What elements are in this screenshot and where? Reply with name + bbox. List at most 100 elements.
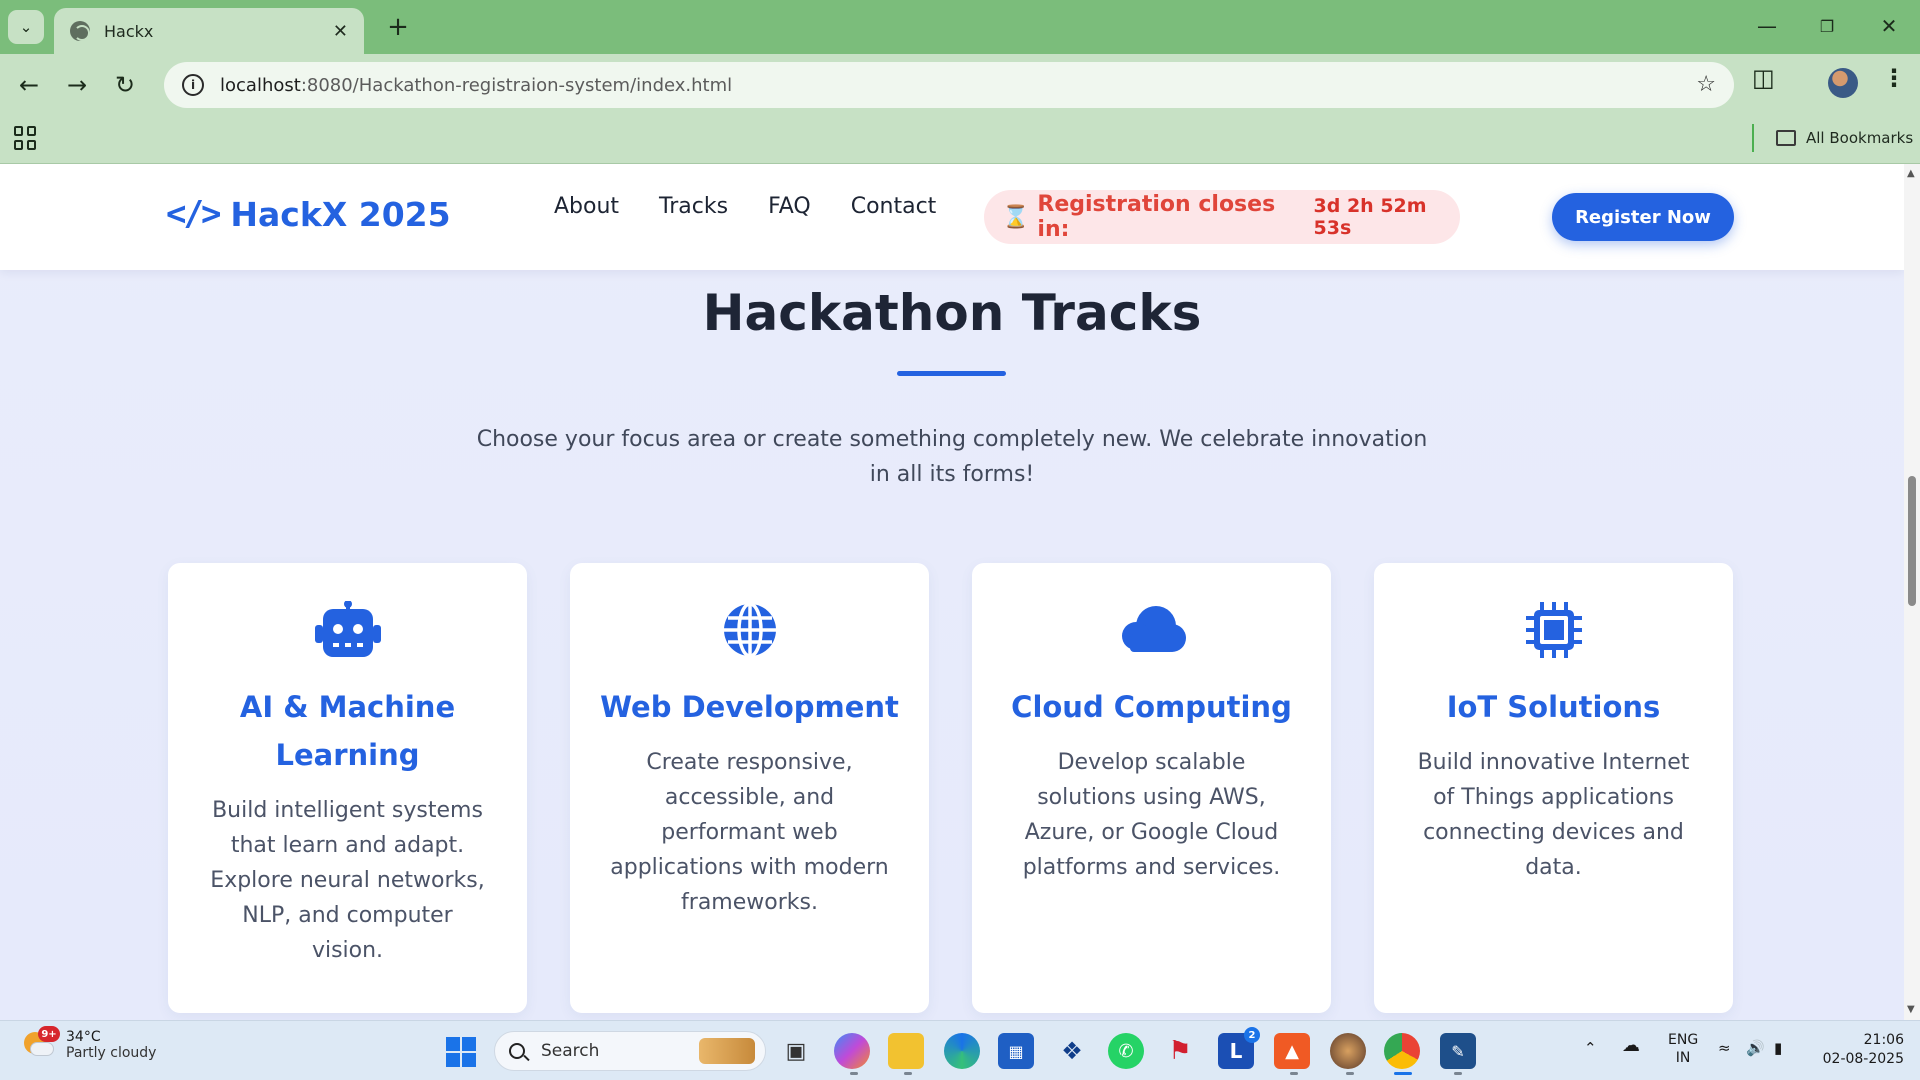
site-logo[interactable]: </> HackX 2025 [166, 194, 451, 234]
partly-cloudy-icon: 9+ [22, 1026, 60, 1060]
nav-link-contact[interactable]: Contact [851, 194, 937, 219]
folder-icon [1776, 130, 1796, 146]
all-bookmarks-button[interactable]: All Bookmarks [1776, 124, 1913, 152]
windows-start-icon[interactable] [446, 1037, 476, 1067]
whatsapp-icon[interactable]: ✆ [1108, 1033, 1144, 1069]
track-card-iot[interactable]: IoT Solutions Build innovative Internet … [1374, 563, 1733, 1013]
cloud-icon [972, 601, 1331, 659]
copilot-running-indicator [850, 1072, 858, 1075]
register-now-button[interactable]: Register Now [1552, 193, 1734, 241]
task-view-icon[interactable]: ▣ [778, 1033, 814, 1069]
region-code: IN [1675, 1050, 1691, 1066]
brave-running-indicator [1290, 1072, 1298, 1075]
page-scrollbar[interactable]: ▲ ▼ [1904, 164, 1920, 1020]
taskbar-search[interactable]: Search [494, 1031, 766, 1071]
dropbox-icon[interactable]: ❖ [1054, 1033, 1090, 1069]
countdown-time: 3d 2h 52m 53s [1313, 195, 1427, 239]
browser-tab-strip: ⌄ Hackx ✕ + — ❐ ✕ [0, 0, 1920, 54]
copilot-icon[interactable] [834, 1033, 870, 1069]
track-card-cloud[interactable]: Cloud Computing Develop scalable solutio… [972, 563, 1331, 1013]
restore-window-button[interactable]: ❐ [1802, 6, 1852, 46]
nav-link-faq[interactable]: FAQ [768, 194, 811, 219]
page-viewport: </> HackX 2025 About Tracks FAQ Contact … [0, 164, 1904, 1020]
battery-icon[interactable]: ▮ [1774, 1039, 1782, 1057]
track-card-web[interactable]: Web Development Create responsive, acces… [570, 563, 929, 1013]
game-app-icon[interactable] [1330, 1033, 1366, 1069]
file-explorer-icon[interactable] [888, 1033, 924, 1069]
url-path: :8080/Hackathon-registraion-system/index… [300, 74, 733, 96]
hourglass-icon: ⌛ [1002, 204, 1030, 230]
notification-count: 2 [1244, 1027, 1260, 1043]
extensions-icon[interactable]: ◫ [1752, 64, 1775, 92]
minimize-window-button[interactable]: — [1742, 6, 1792, 46]
weather-badge: 9+ [38, 1026, 60, 1042]
track-title-iot: IoT Solutions [1446, 690, 1661, 724]
scroll-down-icon[interactable]: ▼ [1907, 1004, 1915, 1015]
logo-text: HackX 2025 [230, 194, 451, 234]
scroll-up-icon[interactable]: ▲ [1907, 168, 1915, 179]
edge-icon[interactable] [944, 1033, 980, 1069]
address-bar[interactable]: i localhost:8080/Hackathon-registraion-s… [164, 62, 1734, 108]
tracks-section-subtitle: Choose your focus area or create somethi… [476, 427, 1428, 487]
explorer-running-indicator [904, 1072, 912, 1075]
weather-widget[interactable]: 9+ 34°C Partly cloudy [22, 1026, 156, 1061]
nav-link-about[interactable]: About [554, 194, 619, 219]
all-bookmarks-label: All Bookmarks [1806, 129, 1914, 147]
mcafee-icon[interactable]: ⚑ [1162, 1033, 1198, 1069]
language-code: ENG [1668, 1032, 1699, 1048]
track-desc-ai: Build intelligent systems that learn and… [210, 798, 485, 963]
language-indicator[interactable]: ENG IN [1668, 1031, 1698, 1067]
chrome-icon[interactable] [1384, 1033, 1420, 1069]
search-icon [509, 1043, 525, 1059]
site-header: </> HackX 2025 About Tracks FAQ Contact … [0, 164, 1904, 270]
microsoft-store-icon[interactable]: ▦ [998, 1033, 1034, 1069]
clock-time: 21:06 [1863, 1032, 1904, 1048]
nav-link-tracks[interactable]: Tracks [659, 194, 728, 219]
robot-icon [168, 601, 527, 659]
tracks-section-title: Hackathon Tracks [702, 284, 1202, 342]
close-tab-icon[interactable]: ✕ [333, 21, 348, 42]
apps-grid-icon[interactable] [14, 126, 38, 150]
chrome-active-indicator [1394, 1072, 1412, 1075]
bookmark-star-icon[interactable]: ☆ [1696, 72, 1716, 97]
weather-temp: 34°C [66, 1029, 101, 1045]
track-desc-iot: Build innovative Internet of Things appl… [1417, 750, 1690, 880]
track-desc-cloud: Develop scalable solutions using AWS, Az… [1022, 750, 1281, 880]
profile-avatar[interactable] [1828, 68, 1858, 98]
track-title-cloud: Cloud Computing [1011, 690, 1292, 724]
volume-icon[interactable]: 🔊 [1746, 1039, 1765, 1057]
ide-app-icon[interactable]: ✎ [1440, 1033, 1476, 1069]
reload-icon[interactable]: ↻ [106, 66, 144, 104]
tab-search-button[interactable]: ⌄ [8, 10, 44, 44]
forward-icon[interactable]: → [58, 66, 96, 104]
system-clock[interactable]: 21:06 02-08-2025 [1814, 1031, 1904, 1069]
scroll-thumb[interactable] [1908, 476, 1916, 606]
browser-tab[interactable]: Hackx ✕ [54, 8, 364, 54]
game-running-indicator [1346, 1072, 1354, 1075]
registration-countdown: ⌛ Registration closes in: 3d 2h 52m 53s [984, 190, 1460, 244]
chip-icon [1374, 601, 1733, 659]
code-icon: </> [166, 194, 221, 234]
track-card-ai[interactable]: AI & Machine Learning Build intelligent … [168, 563, 527, 1013]
linkedin-learning-icon[interactable]: L 2 [1218, 1027, 1260, 1069]
search-highlight-image [699, 1038, 755, 1064]
title-underline [897, 371, 1006, 376]
browser-menu-icon[interactable]: ⋮ [1882, 64, 1906, 92]
globe-favicon-icon [70, 21, 90, 41]
globe-icon [570, 601, 929, 659]
brave-icon[interactable]: ▲ [1274, 1033, 1310, 1069]
windows-taskbar: 9+ 34°C Partly cloudy Search ▣ ▦ ❖ ✆ ⚑ L… [0, 1020, 1920, 1080]
main-nav: About Tracks FAQ Contact [554, 194, 936, 219]
close-window-button[interactable]: ✕ [1864, 6, 1914, 46]
back-icon[interactable]: ← [10, 66, 48, 104]
chevron-down-icon: ⌄ [19, 18, 33, 36]
bookmarks-bar: All Bookmarks [0, 116, 1920, 164]
track-title-web: Web Development [600, 690, 899, 724]
show-hidden-icons-icon[interactable]: ⌃ [1584, 1039, 1597, 1057]
new-tab-button[interactable]: + [380, 10, 416, 44]
site-info-icon[interactable]: i [182, 74, 204, 96]
onedrive-icon[interactable]: ☁ [1622, 1035, 1640, 1056]
tab-title: Hackx [104, 21, 154, 41]
wifi-icon[interactable]: ≈ [1718, 1039, 1731, 1057]
track-desc-web: Create responsive, accessible, and perfo… [610, 750, 889, 915]
